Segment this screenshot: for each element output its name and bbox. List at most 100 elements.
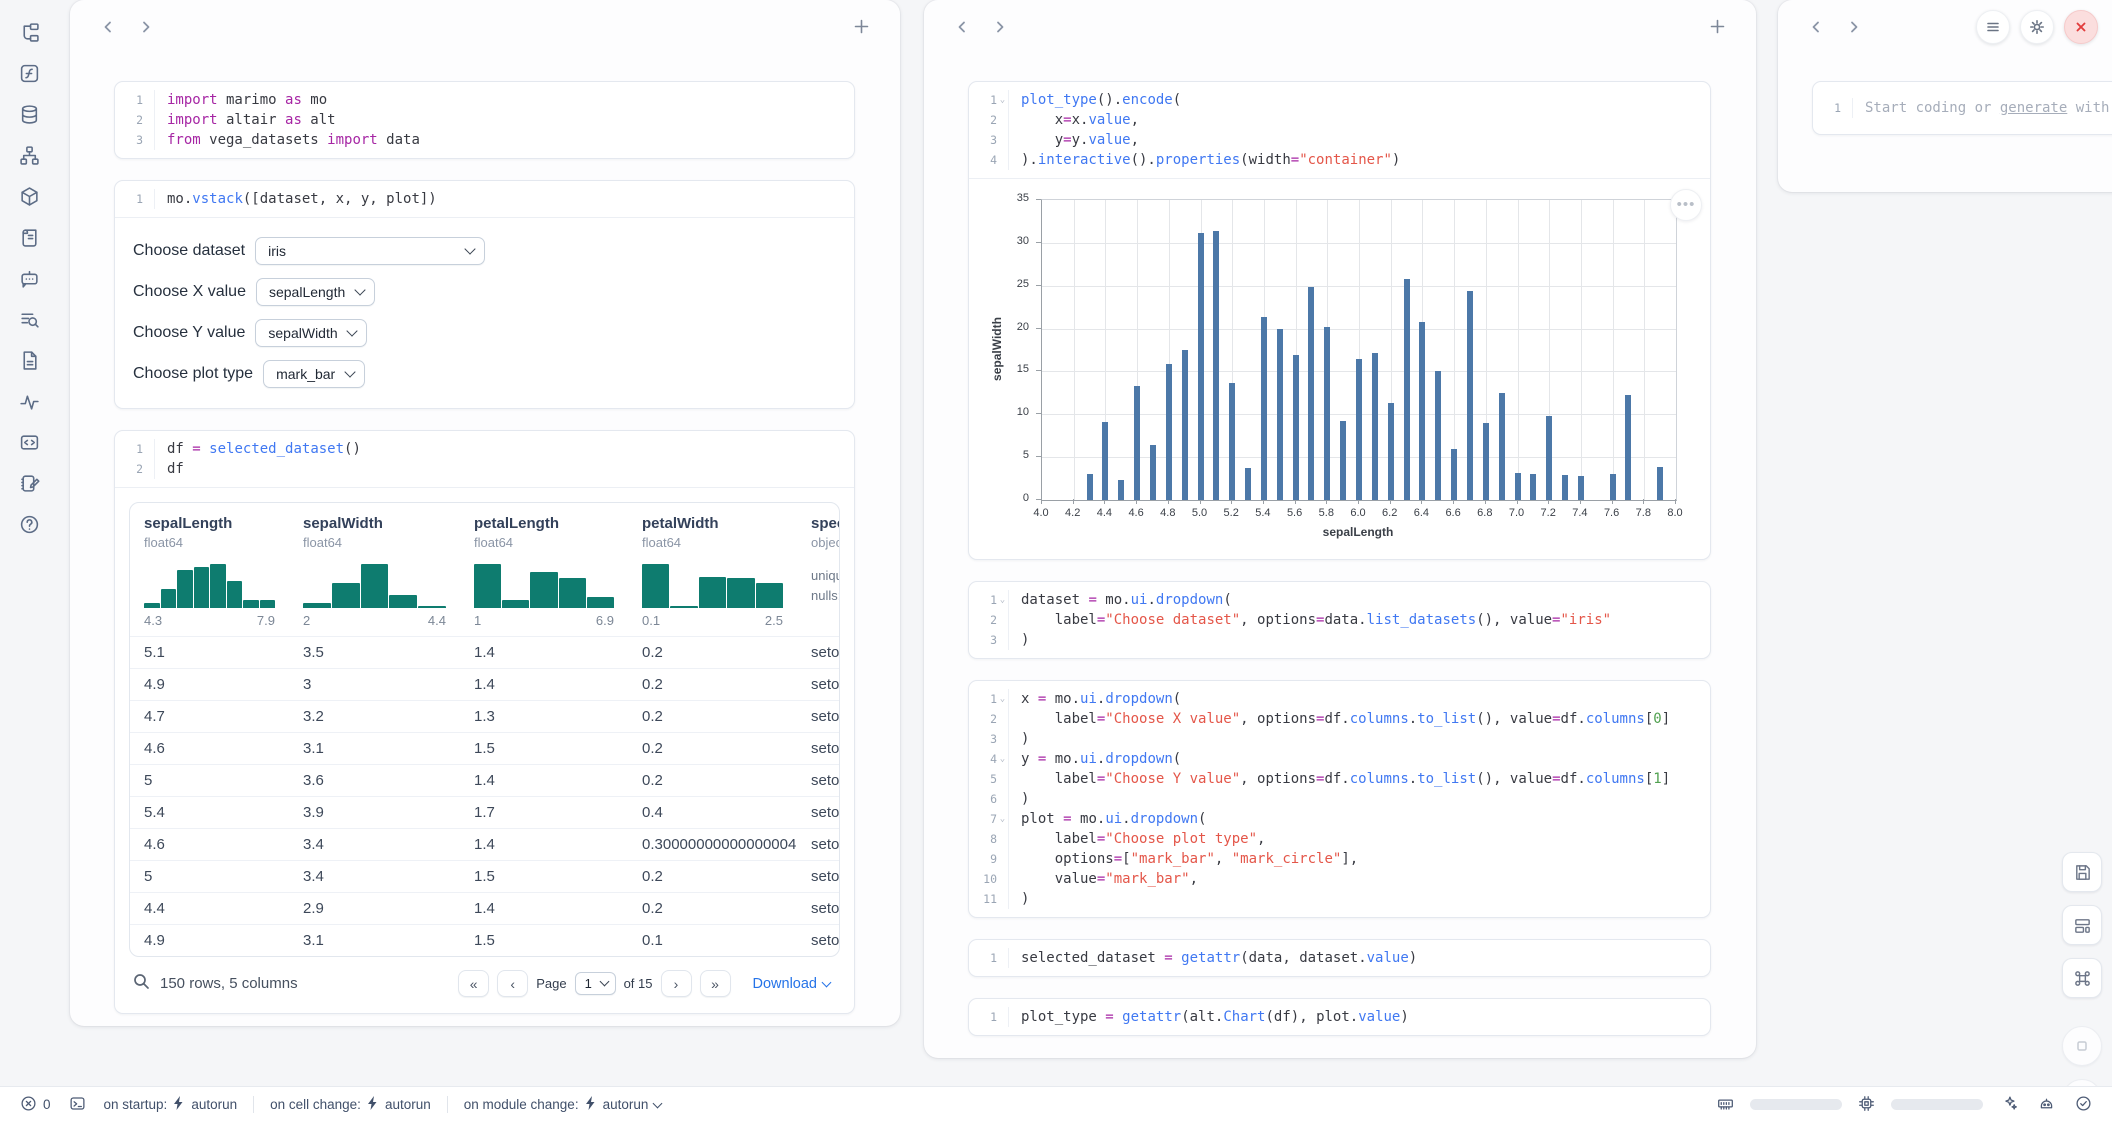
column-2-move-left-button[interactable] [950, 16, 974, 40]
add-cell-button[interactable] [1704, 15, 1730, 41]
table-row[interactable]: 4.73.21.30.2setosa [130, 700, 839, 732]
table-row[interactable]: 5.43.91.70.4setosa [130, 796, 839, 828]
database-icon[interactable] [16, 102, 42, 128]
column-1-move-right-button[interactable] [134, 16, 158, 40]
code-window-icon[interactable] [16, 430, 42, 456]
altair-bar-chart[interactable]: 4.04.24.44.64.85.05.25.45.65.86.06.26.46… [983, 193, 1696, 545]
bar[interactable] [1356, 359, 1362, 500]
sitemap-icon[interactable] [16, 143, 42, 169]
bar[interactable] [1087, 474, 1093, 500]
table-column-header[interactable]: petalLength float64 16.9 [460, 503, 628, 636]
plot-type-select[interactable]: mark_bar [263, 360, 365, 388]
dataset-select[interactable]: iris [255, 237, 485, 265]
bar[interactable] [1435, 371, 1441, 500]
code-cell-dataset-dropdown[interactable]: 1⌄dataset = mo.ui.dropdown(2 label="Choo… [968, 581, 1711, 659]
table-column-header[interactable]: sepalWidth float64 24.4 [289, 503, 460, 636]
menu-button[interactable] [1976, 10, 2010, 44]
bar[interactable] [1515, 473, 1521, 500]
chart-menu-button[interactable]: ••• [1670, 189, 1702, 221]
bar[interactable] [1578, 476, 1584, 500]
column-1-move-left-button[interactable] [96, 16, 120, 40]
add-cell-button[interactable] [848, 15, 874, 41]
chat-bot-icon[interactable] [16, 266, 42, 292]
search-list-icon[interactable] [16, 307, 42, 333]
first-page-button[interactable]: « [458, 970, 489, 997]
bar[interactable] [1308, 287, 1314, 500]
column-3-move-right-button[interactable] [1842, 16, 1866, 40]
activity-icon[interactable] [16, 389, 42, 415]
bar[interactable] [1372, 353, 1378, 500]
code-editor[interactable]: 1⌄x = mo.ui.dropdown(2 label="Choose X v… [969, 681, 1710, 917]
last-page-button[interactable]: » [700, 970, 731, 997]
code-cell-imports[interactable]: 1import marimo as mo2import altair as al… [114, 81, 855, 159]
file-tree-icon[interactable] [16, 20, 42, 46]
code-editor[interactable]: 1⌄dataset = mo.ui.dropdown(2 label="Choo… [969, 582, 1710, 658]
empty-code-cell[interactable]: 1Start coding or generate with AI [1812, 81, 2112, 135]
layout-button[interactable] [2062, 905, 2102, 945]
notebook-pen-icon[interactable] [16, 471, 42, 497]
code-cell-xy-plot-dropdowns[interactable]: 1⌄x = mo.ui.dropdown(2 label="Choose X v… [968, 680, 1711, 918]
table-column-header[interactable]: species object unique: nulls: [797, 503, 840, 636]
terminal-button[interactable] [67, 1093, 88, 1117]
table-row[interactable]: 4.63.41.40.30000000000000004setosa [130, 828, 839, 860]
function-icon[interactable] [16, 61, 42, 87]
column-2-move-right-button[interactable] [988, 16, 1012, 40]
bar[interactable] [1388, 403, 1394, 500]
code-editor[interactable]: 1⌄plot_type().encode(2 x=x.value,3 y=y.v… [969, 82, 1710, 178]
bar[interactable] [1229, 383, 1235, 500]
page-select[interactable]: 1 [575, 972, 616, 995]
code-cell-plot[interactable]: 1⌄plot_type().encode(2 x=x.value,3 y=y.v… [968, 81, 1711, 560]
ai-sparkles-button[interactable] [1999, 1093, 2020, 1117]
bar[interactable] [1182, 350, 1188, 500]
code-cell-plot-type[interactable]: 1plot_type = getattr(alt.Chart(df), plot… [968, 998, 1711, 1036]
search-icon[interactable] [133, 973, 150, 995]
bar[interactable] [1134, 386, 1140, 500]
code-editor[interactable]: 1import marimo as mo2import altair as al… [115, 82, 854, 158]
bar[interactable] [1657, 467, 1663, 500]
bar[interactable] [1261, 317, 1267, 500]
package-icon[interactable] [16, 184, 42, 210]
table-row[interactable]: 53.61.40.2setosa [130, 764, 839, 796]
close-button[interactable] [2064, 10, 2098, 44]
help-icon[interactable] [16, 512, 42, 538]
code-cell-dataframe[interactable]: 1df = selected_dataset()2df sepalLength … [114, 430, 855, 1014]
download-button[interactable]: Download [747, 975, 837, 993]
y-value-select[interactable]: sepalWidth [255, 319, 367, 347]
bar[interactable] [1277, 329, 1283, 500]
on-module-change-setting[interactable]: on module change: autorun [462, 1094, 664, 1115]
bar[interactable] [1419, 322, 1425, 500]
connection-status-button[interactable] [2073, 1093, 2094, 1117]
table-column-header[interactable]: petalWidth float64 0.12.5 [628, 503, 797, 636]
next-page-button[interactable]: › [661, 970, 692, 997]
table-row[interactable]: 4.42.91.40.2setosa [130, 892, 839, 924]
code-editor[interactable]: 1Start coding or generate with AI [1813, 82, 2112, 134]
bar[interactable] [1166, 364, 1172, 500]
script-icon[interactable] [16, 225, 42, 251]
bar[interactable] [1213, 231, 1219, 500]
bar[interactable] [1562, 475, 1568, 500]
bar[interactable] [1467, 291, 1473, 500]
table-row[interactable]: 53.41.50.2setosa [130, 860, 839, 892]
bar[interactable] [1499, 393, 1505, 500]
on-startup-setting[interactable]: on startup: autorun [102, 1094, 240, 1115]
table-row[interactable]: 4.63.11.50.2setosa [130, 732, 839, 764]
stop-button[interactable] [2062, 1026, 2102, 1066]
x-value-select[interactable]: sepalLength [256, 278, 375, 306]
bar[interactable] [1610, 474, 1616, 500]
code-cell-selected-dataset[interactable]: 1selected_dataset = getattr(data, datase… [968, 939, 1711, 977]
code-editor[interactable]: 1df = selected_dataset()2df [115, 431, 854, 487]
bar[interactable] [1293, 355, 1299, 500]
column-3-move-left-button[interactable] [1804, 16, 1828, 40]
document-icon[interactable] [16, 348, 42, 374]
bar[interactable] [1451, 449, 1457, 500]
code-cell-vstack[interactable]: 1mo.vstack([dataset, x, y, plot]) Choose… [114, 180, 855, 409]
prev-page-button[interactable]: ‹ [497, 970, 528, 997]
bar[interactable] [1404, 279, 1410, 500]
bar[interactable] [1530, 474, 1536, 500]
on-cell-change-setting[interactable]: on cell change: autorun [268, 1094, 433, 1115]
bar[interactable] [1118, 480, 1124, 500]
bar[interactable] [1245, 468, 1251, 500]
table-row[interactable]: 5.13.51.40.2setosa [130, 636, 839, 668]
bar[interactable] [1324, 327, 1330, 500]
code-editor[interactable]: 1selected_dataset = getattr(data, datase… [969, 940, 1710, 976]
